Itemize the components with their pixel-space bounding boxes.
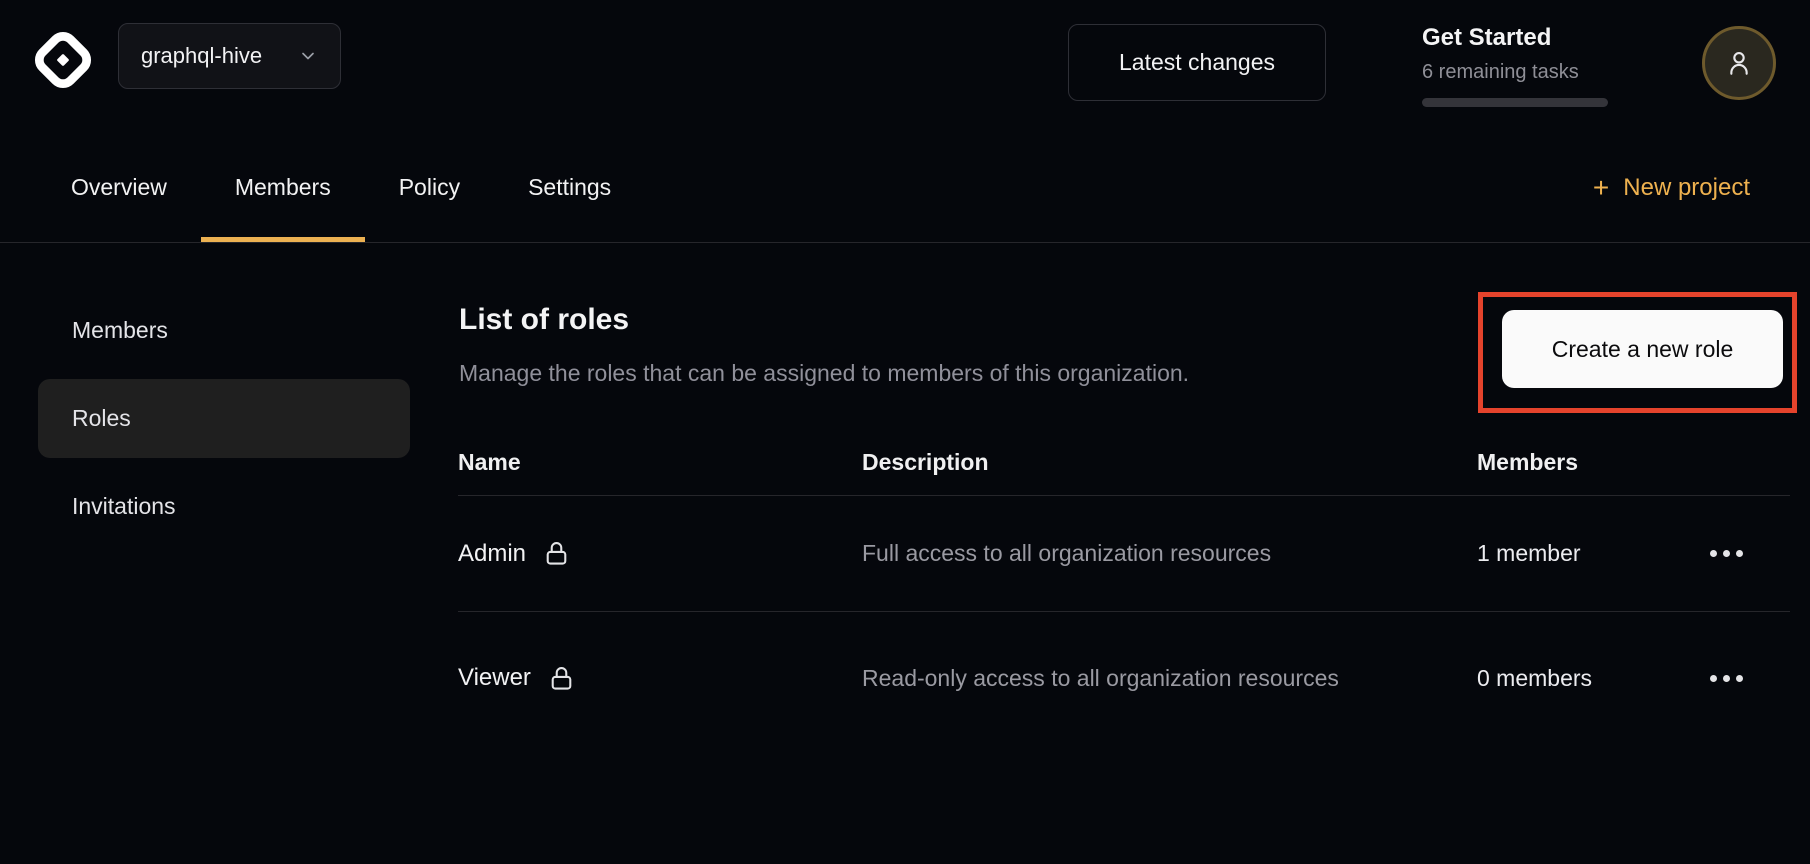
- page-subtitle: Manage the roles that can be assigned to…: [459, 360, 1189, 387]
- tab-settings[interactable]: Settings: [494, 133, 645, 242]
- get-started-progressbar: [1422, 98, 1608, 107]
- row-menu-button[interactable]: [1696, 656, 1756, 700]
- org-selector-button[interactable]: graphql-hive: [118, 23, 341, 89]
- sidebar-item-invitations[interactable]: Invitations: [38, 467, 410, 546]
- org-name: graphql-hive: [141, 43, 262, 69]
- table-row-viewer: Viewer Read-only access to all organizat…: [458, 612, 1790, 744]
- role-members-count: 0 members: [1477, 612, 1592, 744]
- page-title: List of roles: [459, 303, 629, 337]
- create-new-role-button[interactable]: Create a new role: [1502, 310, 1783, 388]
- sidebar-item-roles[interactable]: Roles: [38, 379, 410, 458]
- hive-logo-icon: [32, 28, 94, 92]
- role-name: Admin: [458, 540, 526, 568]
- role-description: Read-only access to all organization res…: [862, 612, 1342, 744]
- table-header-row: Name Description Members: [458, 430, 1790, 496]
- column-header-members: Members: [1477, 430, 1578, 495]
- user-avatar-button[interactable]: [1702, 26, 1776, 100]
- tab-members[interactable]: Members: [201, 133, 365, 242]
- lock-icon: [541, 538, 572, 569]
- new-project-link[interactable]: + New project: [1593, 133, 1750, 242]
- latest-changes-button[interactable]: Latest changes: [1068, 24, 1326, 101]
- lock-icon: [546, 663, 577, 694]
- get-started-subtitle: 6 remaining tasks: [1422, 61, 1612, 84]
- new-project-label: New project: [1623, 174, 1750, 202]
- ellipsis-icon: [1710, 550, 1717, 557]
- role-name-cell: Admin: [458, 496, 572, 611]
- row-menu-button[interactable]: [1696, 532, 1756, 576]
- tab-overview[interactable]: Overview: [37, 133, 201, 242]
- role-name-cell: Viewer: [458, 612, 577, 744]
- get-started-widget[interactable]: Get Started 6 remaining tasks: [1422, 24, 1612, 107]
- table-row-admin: Admin Full access to all organization re…: [458, 496, 1790, 612]
- org-tabs: Overview Members Policy Settings: [37, 133, 645, 242]
- org-tabbar: Overview Members Policy Settings + New p…: [0, 133, 1810, 243]
- get-started-title: Get Started: [1422, 24, 1612, 52]
- roles-table: Name Description Members Admin Full acce…: [458, 430, 1790, 744]
- members-sidebar: Members Roles Invitations: [38, 291, 410, 555]
- plus-icon: +: [1593, 174, 1609, 202]
- sidebar-item-members[interactable]: Members: [38, 291, 410, 370]
- ellipsis-icon: [1710, 675, 1717, 682]
- role-description: Full access to all organization resource…: [862, 496, 1342, 611]
- chevron-down-icon: [298, 46, 318, 66]
- column-header-description: Description: [862, 430, 989, 495]
- role-members-count: 1 member: [1477, 496, 1581, 611]
- app-window: graphql-hive Latest changes Get Started …: [0, 0, 1810, 864]
- role-name: Viewer: [458, 664, 531, 692]
- user-icon: [1722, 46, 1756, 80]
- column-header-name: Name: [458, 430, 521, 495]
- tab-policy[interactable]: Policy: [365, 133, 494, 242]
